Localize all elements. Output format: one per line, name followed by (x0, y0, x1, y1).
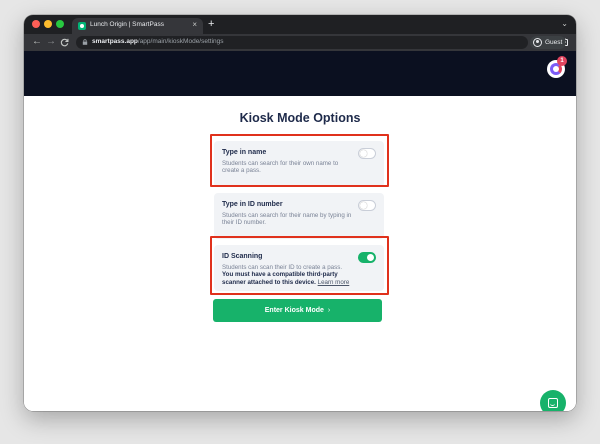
chevron-right-icon: › (327, 307, 331, 314)
browser-toolbar: ← → smartpass.app/app/main/kioskMode/set… (24, 34, 576, 51)
person-icon (533, 38, 542, 47)
toggle-knob (360, 202, 367, 209)
more-menu-icon[interactable]: ⋮ (561, 36, 570, 48)
address-bar[interactable]: smartpass.app/app/main/kioskMode/setting… (76, 36, 568, 49)
annotation-highlight-box (210, 236, 389, 295)
page-title: Kiosk Mode Options (239, 111, 361, 125)
profile-label: Guest (545, 39, 563, 46)
url-path: /app/main/kioskMode/settings (137, 38, 224, 45)
chat-support-button[interactable] (540, 390, 566, 411)
lock-icon (82, 39, 88, 45)
enter-kiosk-mode-label: Enter Kiosk Mode (264, 307, 324, 314)
tab-title: Lunch Origin | SmartPass (90, 21, 164, 28)
notification-badge: 1 (557, 56, 567, 66)
annotation-highlight-box (210, 134, 389, 187)
main-content: Kiosk Mode Options Type in name Students… (24, 96, 576, 411)
app-header: 1 (24, 51, 576, 96)
reload-icon[interactable] (60, 36, 69, 51)
minimize-window-button[interactable] (44, 20, 52, 28)
new-tab-icon[interactable]: + (208, 17, 214, 31)
close-tab-icon[interactable]: × (192, 20, 197, 30)
forward-arrow-icon[interactable]: → (46, 36, 56, 48)
enter-kiosk-mode-button[interactable]: Enter Kiosk Mode › (213, 299, 382, 322)
maximize-window-button[interactable] (56, 20, 64, 28)
close-window-button[interactable] (32, 20, 40, 28)
browser-window: Lunch Origin | SmartPass × + ⌄ ← → smart… (24, 15, 576, 411)
option-title: Type in ID number (222, 201, 283, 208)
option-description: Students can search for their name by ty… (222, 212, 352, 227)
back-arrow-icon[interactable]: ← (32, 36, 42, 48)
type-in-id-toggle[interactable] (358, 200, 376, 211)
browser-tab[interactable]: Lunch Origin | SmartPass × (72, 18, 203, 34)
chat-icon (548, 398, 558, 408)
tab-strip: Lunch Origin | SmartPass × + ⌄ (24, 15, 576, 34)
option-type-in-id-number: Type in ID number Students can search fo… (214, 193, 384, 239)
smartpass-favicon-icon (78, 22, 86, 30)
tab-search-icon[interactable]: ⌄ (561, 18, 568, 30)
url-host: smartpass.app (92, 38, 138, 45)
url-text: smartpass.app/app/main/kioskMode/setting… (92, 38, 224, 45)
